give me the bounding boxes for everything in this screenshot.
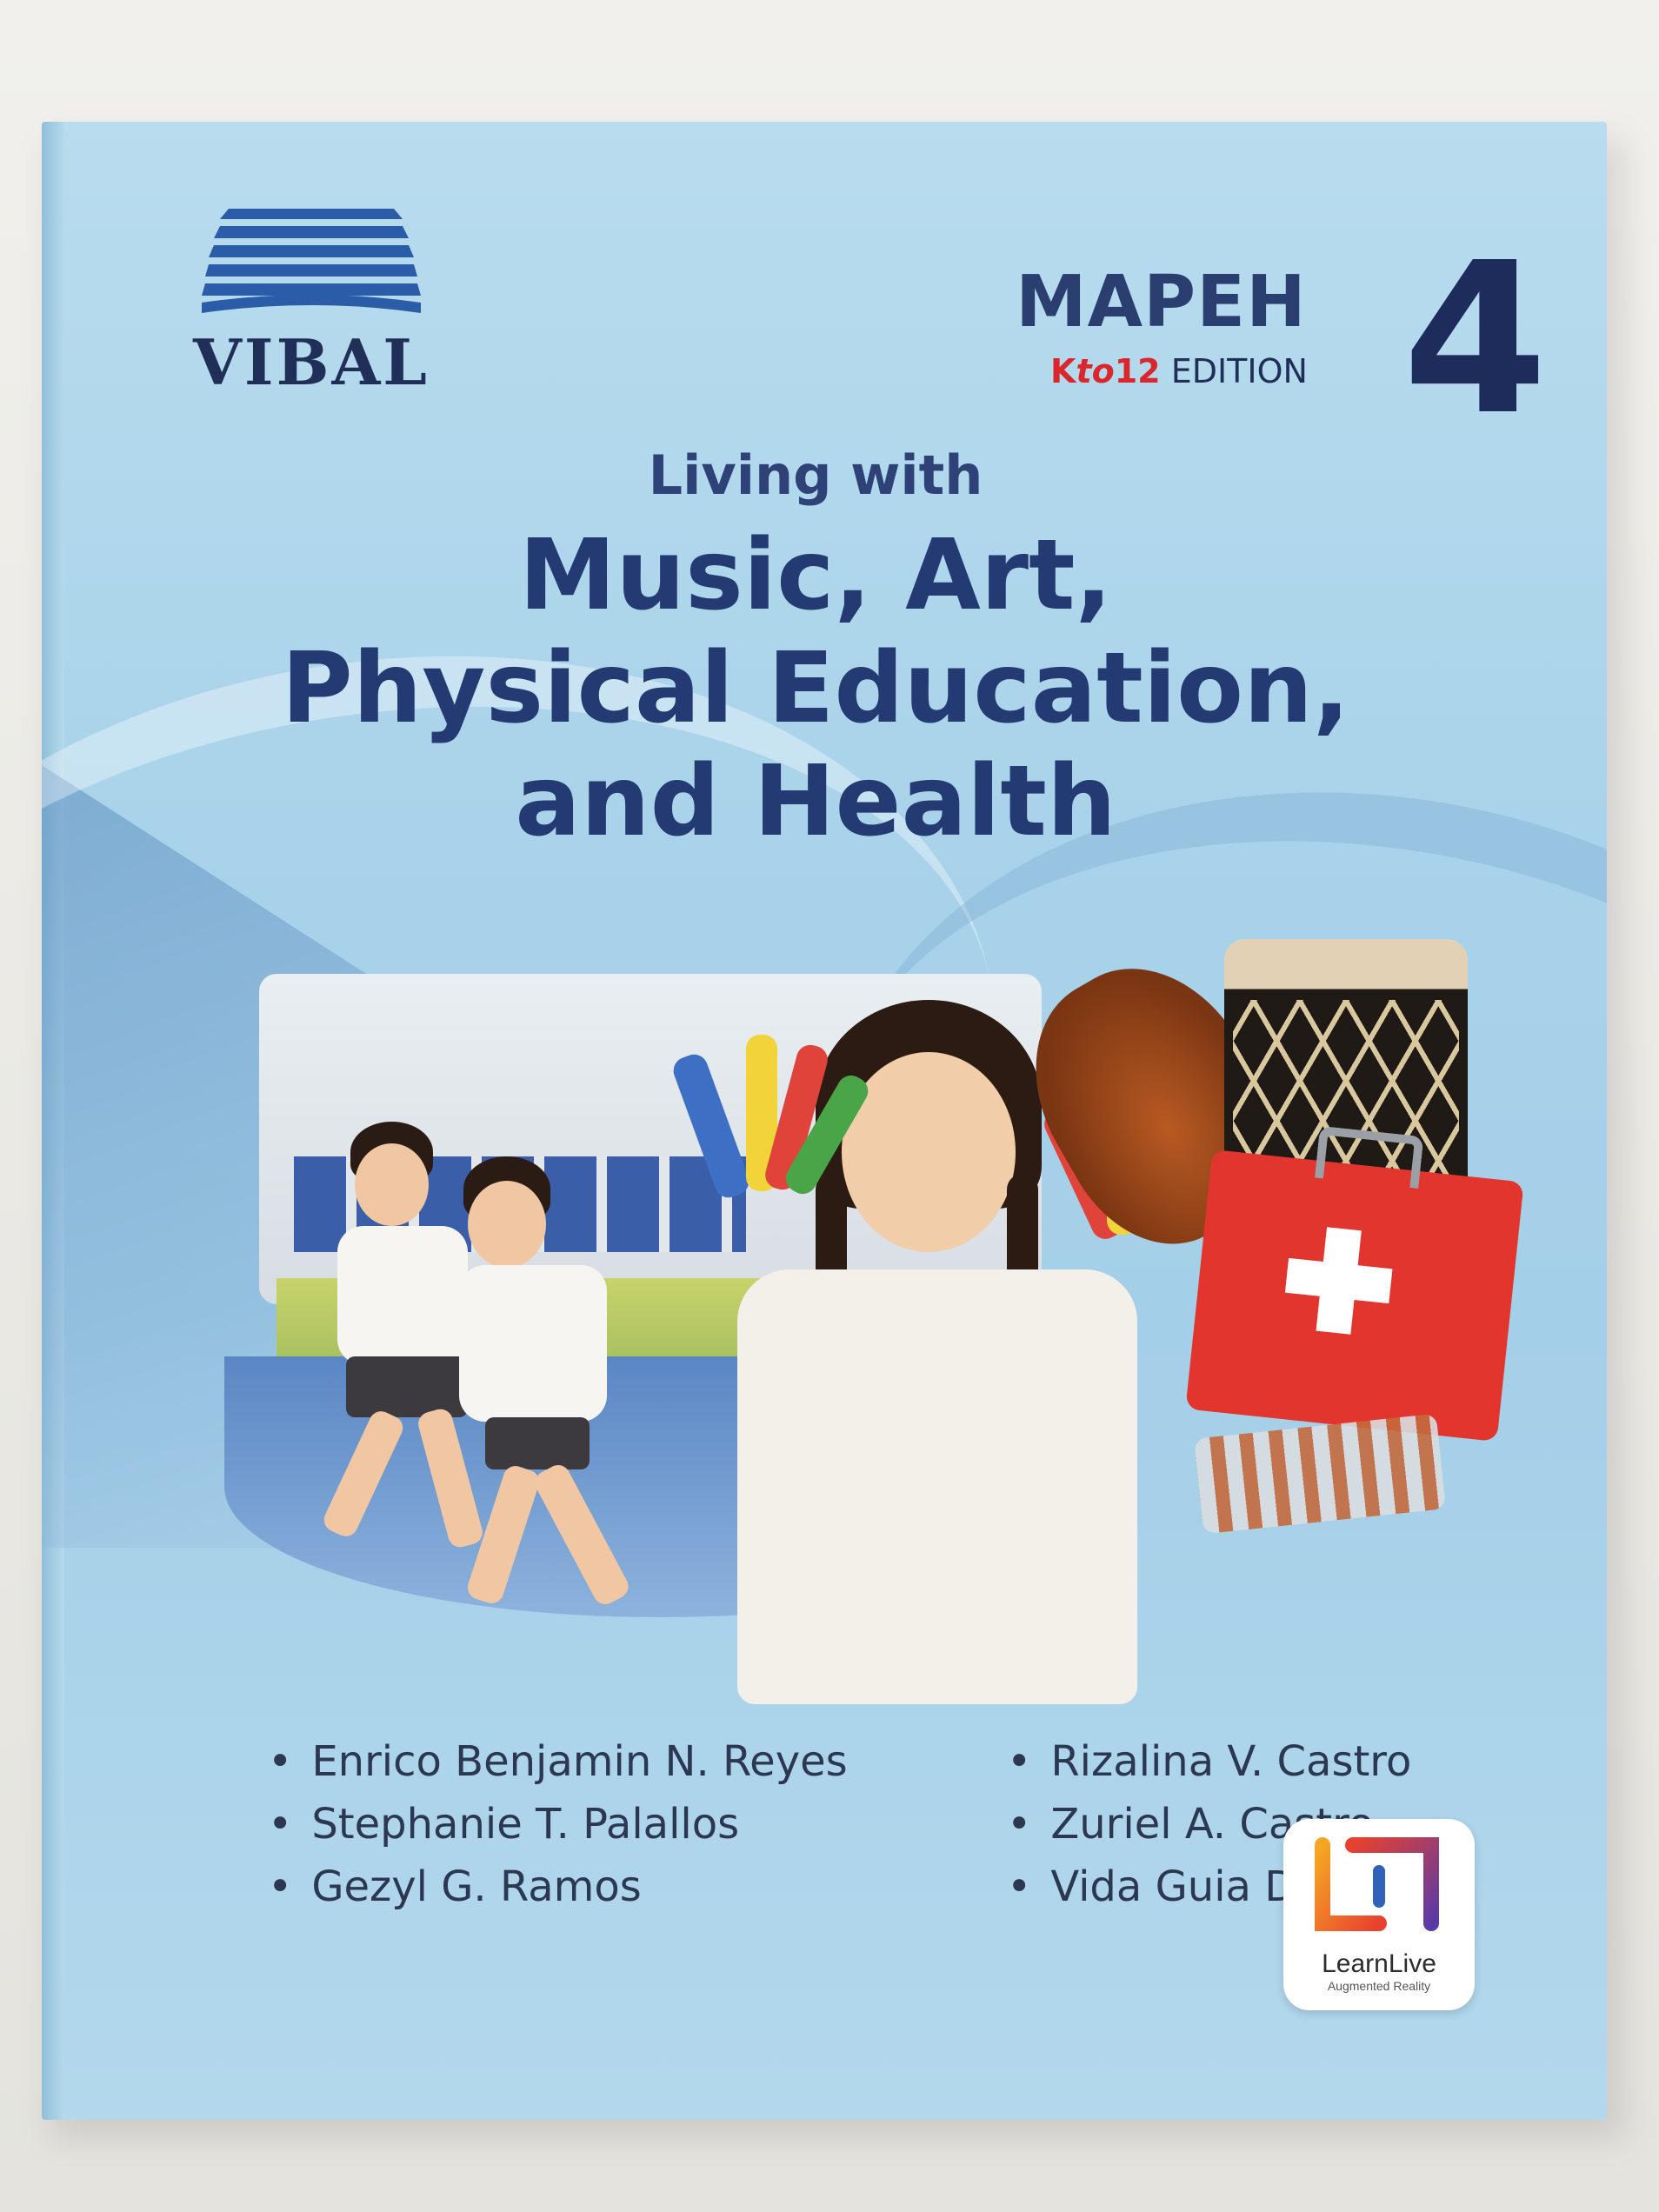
series-block: MAPEH Kto12 EDITION 4	[1016, 235, 1555, 443]
author-name: Gezyl G. Ramos	[268, 1856, 876, 1918]
title-line: Physical Education,	[281, 632, 1350, 745]
publisher-logo: VIBAL	[181, 200, 442, 399]
edition-rest: EDITION	[1160, 352, 1308, 390]
author-name: Stephanie T. Palallos	[268, 1793, 876, 1856]
medicine-pills-image	[1194, 1413, 1446, 1535]
author-name: Enrico Benjamin N. Reyes	[268, 1730, 876, 1793]
edition-number: 12	[1114, 352, 1161, 390]
learnlive-badge: LearnLive Augmented Reality	[1283, 1819, 1475, 2010]
title-line: and Health	[515, 745, 1116, 858]
book-title: Living with Music, Art, Physical Educati…	[146, 443, 1485, 858]
edition-label: Kto12 EDITION	[1050, 352, 1308, 390]
cover-illustration	[172, 869, 1546, 1704]
title-line: Music, Art,	[518, 519, 1113, 632]
book-stack-icon	[202, 209, 421, 313]
learnlive-logo-icon	[1315, 1837, 1439, 1931]
badge-subtitle: Augmented Reality	[1327, 1979, 1431, 1993]
running-boy-2	[433, 1156, 694, 1626]
series-name: MAPEH	[1016, 261, 1307, 343]
badge-name: LearnLive	[1322, 1949, 1436, 1978]
title-prefix: Living with	[648, 443, 983, 507]
authors-left-column: Enrico Benjamin N. Reyes Stephanie T. Pa…	[268, 1730, 876, 1918]
grade-number: 4	[1402, 217, 1548, 461]
author-name: Rizalina V. Castro	[1007, 1730, 1607, 1793]
publisher-name: VIBAL	[193, 325, 430, 399]
edition-k: K	[1050, 352, 1076, 390]
edition-to: to	[1076, 352, 1115, 390]
book-cover: VIBAL MAPEH Kto12 EDITION 4 Living with …	[42, 122, 1607, 2120]
first-aid-kit-image	[1185, 1125, 1524, 1442]
